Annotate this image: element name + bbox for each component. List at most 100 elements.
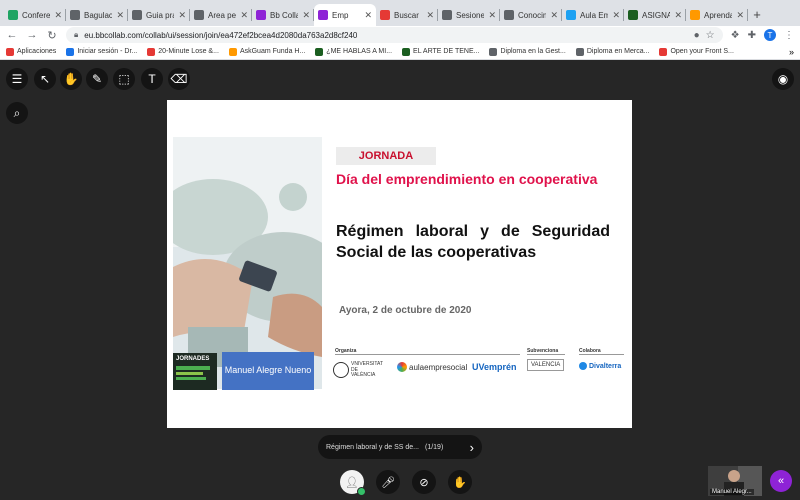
bookmark-item[interactable]: Diploma en la Gest... [489,47,566,56]
bookmark-item[interactable]: Diploma en Merca... [575,47,649,56]
bookmark-icon [659,47,668,56]
tab-title: Area pe [208,10,237,20]
new-tab-button[interactable]: + [748,7,766,26]
close-tab-icon[interactable]: ✕ [488,10,496,21]
bookmark-item[interactable]: 20-Minute Lose &... [147,47,219,56]
participant-name: Manuel Alegr... [710,489,754,495]
bookmark-label: Diploma en la Gest... [500,48,566,55]
status-dot [357,487,366,496]
grad-icon [132,10,142,20]
tab-title: ASIGNA [642,10,671,20]
extension-icon[interactable]: ❖ [731,30,740,41]
browser-tab[interactable]: Confere ✕ [4,4,66,26]
bookmark-icon [315,47,324,56]
tab-title: Emp [332,10,349,20]
bookmark-icon [66,47,75,56]
browser-tab[interactable]: Emp ✕ [314,4,376,26]
camera-toggle-button[interactable]: ⊘ [412,470,436,494]
back-icon[interactable]: ← [6,29,18,41]
bookmark-item[interactable]: Aplicaciones [6,47,56,56]
browser-tab[interactable]: Buscar ✕ [376,4,438,26]
eraser-tool-button[interactable]: ⌫ [168,68,190,90]
slide-date: Ayora, 2 de octubre de 2020 [339,305,472,316]
pencil-tool-button[interactable]: ✎ [86,68,108,90]
mic-toggle-button[interactable]: 🎤︎ [376,470,400,494]
profile-avatar[interactable]: T [764,29,776,41]
organiza-divider [335,354,520,355]
pen-icon [504,10,514,20]
browser-tab[interactable]: Bb Colla ✕ [252,4,314,26]
tab-title: Aula Em [580,10,609,20]
close-tab-icon[interactable]: ✕ [674,10,682,21]
close-tab-icon[interactable]: ✕ [550,10,558,21]
session-controls: 👤︎ 🎤︎ ⊘ ✋ [340,470,472,496]
pointer-tool-button[interactable]: ↖ [34,68,56,90]
globe-icon [70,10,80,20]
address-bar[interactable]: 🔒︎ eu.bbcollab.com/collab/ui/session/joi… [66,27,723,43]
aula-logo: aulaempresocial [397,362,467,372]
hamburger-menu-button[interactable]: ☰ [6,68,28,90]
browser-tab[interactable]: Sesiones✕ [438,4,500,26]
browser-tab[interactable]: Guia pra ✕ [128,4,190,26]
browser-tab[interactable]: Aula Em ✕ [562,4,624,26]
close-tab-icon[interactable]: ✕ [736,10,744,21]
tab-title: Buscar [394,10,419,20]
bookmark-label: ¿ME HABLAS A MI... [326,48,393,55]
bookmark-item[interactable]: ¿ME HABLAS A MI... [315,47,393,56]
bookmark-label: AskGuam Funda H... [239,48,306,55]
amazon-icon [690,10,700,20]
bookmark-item[interactable]: AskGuam Funda H... [228,47,306,56]
valencia-text: VALENCIA [527,359,565,371]
aula-circle-icon [397,362,407,372]
forward-icon[interactable]: → [26,29,38,41]
bb-icon [256,10,266,20]
record-button[interactable]: ◉ [772,68,794,90]
browser-toolbar: ← → ↻ 🔒︎ eu.bbcollab.com/collab/ui/sessi… [0,26,800,44]
close-tab-icon[interactable]: ✕ [426,10,434,21]
browser-tab[interactable]: ASIGNA ✕ [624,4,686,26]
tab-title: Aprenda [704,10,733,20]
browser-tab[interactable]: Bagulaci ✕ [66,4,128,26]
divalterra-logo: Divalterra [579,362,621,370]
menu-dots-icon[interactable]: ⋮ [784,30,794,41]
raise-hand-button[interactable]: ✋ [448,470,472,494]
close-tab-icon[interactable]: ✕ [116,10,124,21]
puzzle-icon[interactable]: ✚ [748,30,756,41]
text-tool-button[interactable]: T [141,68,163,90]
bookmark-icon [6,47,14,56]
close-tab-icon[interactable]: ✕ [612,10,620,21]
close-tab-icon[interactable]: ✕ [54,10,62,21]
browser-tab-bar: Confere ✕ Bagulaci ✕ Guia pra ✕ Area pe ✕ Bb Col… [0,0,800,26]
lock-icon: 🔒︎ [74,30,79,39]
zoom-icon[interactable]: ⌕ [6,102,28,124]
slide-pager: Régimen laboral y de SS de... (1/19) › [318,435,482,459]
close-tab-icon[interactable]: ✕ [364,10,372,21]
bookmark-item[interactable]: EL ARTE DE TENE... [402,47,479,56]
speaker-name: Manuel Alegre Nueno [224,365,312,376]
youtube-icon [380,10,390,20]
a-icon [194,10,204,20]
star-icon[interactable]: ☆ [706,30,715,41]
bookmark-item[interactable]: Iniciar sesión - Dr... [66,47,137,56]
participant-camera[interactable]: Manuel Alegr... [708,466,762,496]
browser-tab[interactable]: Aprenda ✕ [686,4,748,26]
shapes-tool-button[interactable]: ⬚ [113,68,135,90]
my-status-avatar[interactable]: 👤︎ [340,470,366,496]
close-tab-icon[interactable]: ✕ [178,10,186,21]
next-slide-icon[interactable]: › [470,440,474,455]
tab-title: Confere [22,10,51,20]
browser-tab[interactable]: Area pe ✕ [190,4,252,26]
presentation-slide: JORNADES Manuel Alegre Nueno JORNADA Día… [167,100,632,428]
slide-subtitle: Día del emprendimiento en cooperativa [336,171,598,187]
collaborate-panel-button[interactable]: « [770,470,792,492]
more-bookmarks-icon[interactable]: » [789,47,794,57]
reload-icon[interactable]: ↻ [46,29,58,42]
pan-tool-button[interactable]: ✋ [60,68,82,90]
bookmark-item[interactable]: Open your Front S... [659,47,734,56]
univ-text: VNIVERSITAT DE VALÈNCIA [351,361,383,378]
univ-valencia-logo: VNIVERSITAT DE VALÈNCIA [333,361,383,379]
close-tab-icon[interactable]: ✕ [302,10,310,21]
close-tab-icon[interactable]: ✕ [240,10,248,21]
mic-icon[interactable]: ● [694,30,700,41]
browser-tab[interactable]: Conocim ✕ [500,4,562,26]
